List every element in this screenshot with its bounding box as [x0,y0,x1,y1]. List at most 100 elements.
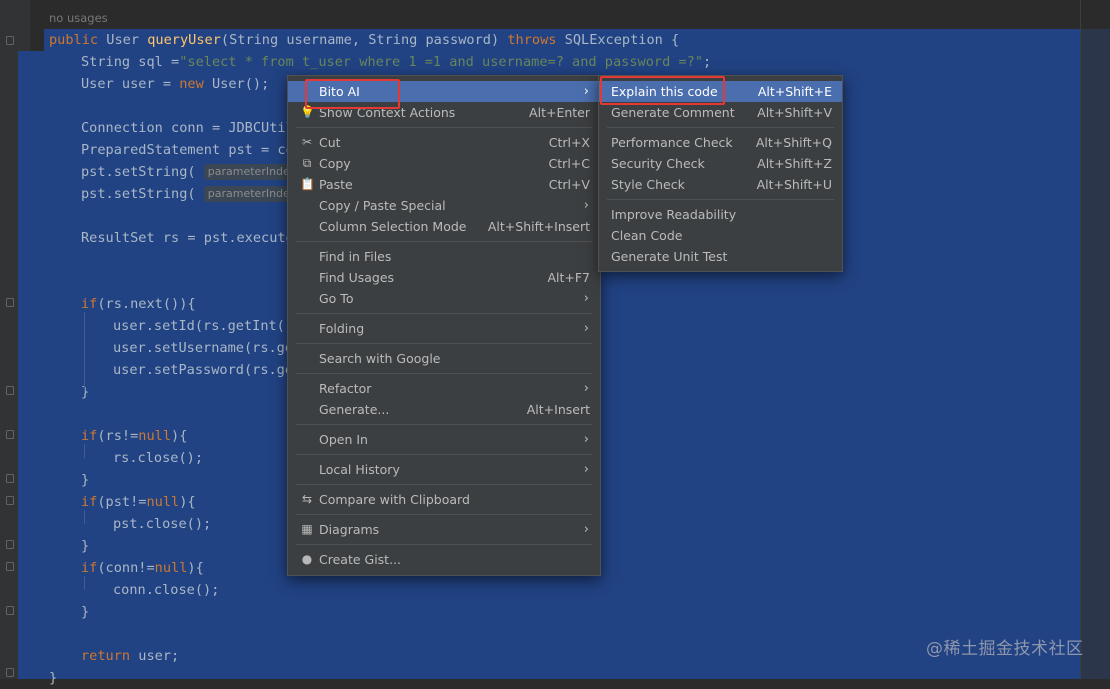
fold-marker-icon[interactable] [6,36,14,45]
fold-marker-icon[interactable] [6,606,14,615]
fold-marker-icon[interactable] [6,298,14,307]
menu-item-label: Find Usages [319,270,395,285]
code-token: } [49,670,58,686]
menu-item-label: Copy / Paste Special [319,198,446,213]
menu-item-find-usages[interactable]: Find Usages Alt+F7 [288,267,600,288]
code-token: queryUser [147,32,221,48]
code-token: pst.setString( [81,164,204,180]
chevron-right-icon: › [583,522,589,537]
chevron-right-icon: › [583,84,589,99]
submenu-item-clean-code[interactable]: Clean Code [599,225,842,246]
submenu-item-improve-readability[interactable]: Improve Readability [599,204,842,225]
code-token: return [81,648,139,664]
submenu-item-generate-unit-test[interactable]: Generate Unit Test [599,246,842,267]
menu-item-label: Cut [319,135,341,150]
code-line: } [81,601,89,623]
code-line: return user; [81,645,179,667]
indent-guide [84,444,85,458]
code-line: user.setUsername(rs.ge [113,337,293,359]
menu-item-label: Search with Google [319,351,441,366]
code-token: User user = [81,76,180,92]
usages-hint[interactable]: no usages [49,11,108,25]
menu-separator [607,199,834,200]
menu-item-diagrams[interactable]: ▦ Diagrams › [288,519,600,540]
menu-item-open-in[interactable]: Open In › [288,429,600,450]
code-token: User [106,32,148,48]
menu-item-create-gist[interactable]: ● Create Gist... [288,549,600,570]
menu-item-label: Create Gist... [319,552,402,567]
code-token: String sql = [81,54,180,70]
menu-item-compare-with-clipboard[interactable]: ⇆ Compare with Clipboard [288,489,600,510]
code-line: pst.close(); [113,513,211,535]
parameter-hint: parameterInde [203,164,294,180]
code-line: if(rs!=null){ [81,425,187,447]
menu-item-label: Folding [319,321,365,336]
fold-marker-icon[interactable] [6,668,14,677]
fold-marker-icon[interactable] [6,386,14,395]
code-token: user.setId(rs.getInt( [113,318,294,334]
code-token: rs.close(); [113,450,204,466]
menu-item-copy-paste-special[interactable]: Copy / Paste Special › [288,195,600,216]
code-line: } [81,381,89,403]
menu-item-search-with-google[interactable]: Search with Google [288,348,600,369]
menu-item-copy[interactable]: ⧉ Copy Ctrl+C [288,153,600,174]
menu-separator [296,241,592,242]
menu-item-refactor[interactable]: Refactor › [288,378,600,399]
fold-marker-icon[interactable] [6,562,14,571]
menu-item-label: Performance Check [611,135,733,150]
menu-item-label: Paste [319,177,353,192]
code-line: pst.setString( parameterInde [81,161,294,183]
code-line: user.setPassword(rs.ge [113,359,293,381]
chevron-right-icon: › [583,462,589,477]
menu-item-cut[interactable]: ✂ Cut Ctrl+X [288,132,600,153]
submenu-item-security-check[interactable]: Security Check Alt+Shift+Z [599,153,842,174]
code-line: rs.close(); [113,447,203,469]
fold-marker-icon[interactable] [6,540,14,549]
menu-item-label: Column Selection Mode [319,219,467,234]
code-token: } [81,472,90,488]
menu-item-label: Security Check [611,156,705,171]
code-token: "select * from t_user where 1 =1 and use… [179,54,704,70]
code-token: if [81,296,98,312]
menu-item-shortcut: Alt+Shift+Z [757,156,832,171]
code-line: User user = new User(); [81,73,269,95]
fold-marker-icon[interactable] [6,474,14,483]
menu-item-shortcut: Ctrl+C [548,156,590,171]
submenu-item-generate-comment[interactable]: Generate Comment Alt+Shift+V [599,102,842,123]
menu-item-go-to[interactable]: Go To › [288,288,600,309]
code-token: PreparedStatement pst = co [81,142,294,158]
menu-item-column-selection-mode[interactable]: Column Selection Mode Alt+Shift+Insert [288,216,600,237]
code-line: user.setId(rs.getInt( [113,315,293,337]
chevron-right-icon: › [583,381,589,396]
menu-item-folding[interactable]: Folding › [288,318,600,339]
fold-marker-icon[interactable] [6,496,14,505]
compare-icon: ⇆ [301,492,313,506]
indent-guide [84,312,85,392]
watermark: @稀土掘金技术社区 [926,639,1084,659]
menu-item-paste[interactable]: 📋 Paste Ctrl+V [288,174,600,195]
menu-item-find-in-files[interactable]: Find in Files [288,246,600,267]
submenu-item-performance-check[interactable]: Performance Check Alt+Shift+Q [599,132,842,153]
menu-separator [296,514,592,515]
code-line: pst.setString( parameterInde [81,183,294,205]
code-token: } [81,538,90,554]
menu-item-generate[interactable]: Generate... Alt+Insert [288,399,600,420]
code-token: if [81,428,98,444]
menu-separator [296,484,592,485]
code-token: ){ [179,494,196,510]
chevron-right-icon: › [583,321,589,336]
code-token: User(); [211,76,270,92]
menu-item-label: Open In [319,432,368,447]
gutter-selection [18,51,30,679]
menu-item-label: Generate Unit Test [611,249,728,264]
code-token: (rs!= [97,428,139,444]
menu-item-label: Refactor [319,381,372,396]
menu-item-local-history[interactable]: Local History › [288,459,600,480]
code-line: } [49,667,57,689]
submenu-item-style-check[interactable]: Style Check Alt+Shift+U [599,174,842,195]
menu-item-label: Generate... [319,402,390,417]
code-line: String sql ="select * from t_user where … [81,51,719,73]
code-token: ){ [187,560,204,576]
fold-marker-icon[interactable] [6,430,14,439]
menu-separator [607,127,834,128]
